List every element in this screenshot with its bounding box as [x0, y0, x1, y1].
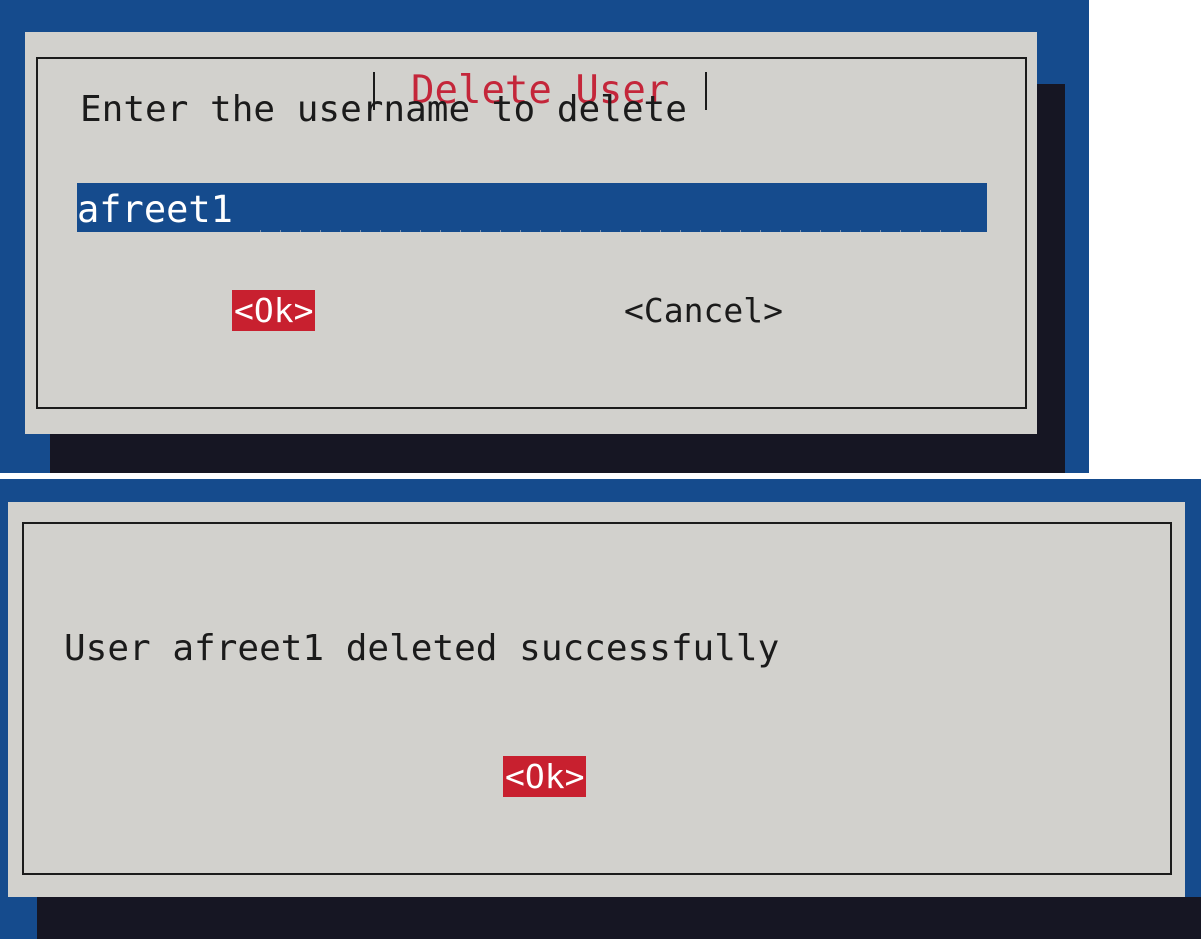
input-fill-dots	[260, 230, 962, 232]
delete-result-screen: User afreet1 deleted successfully <Ok>	[0, 479, 1201, 939]
username-prompt: Enter the username to delete	[80, 89, 687, 130]
result-message: User afreet1 deleted successfully	[64, 628, 780, 669]
delete-user-screen: Delete User Enter the username to delete…	[0, 0, 1089, 473]
ok-button[interactable]: <Ok>	[503, 756, 587, 797]
result-dialog: User afreet1 deleted successfully	[8, 502, 1185, 897]
dialog-border	[22, 522, 1172, 875]
cancel-button[interactable]: <Cancel>	[622, 290, 785, 331]
dialog-shadow	[37, 897, 1201, 939]
delete-user-dialog: Delete User Enter the username to delete	[25, 32, 1037, 434]
username-input-value: afreet1	[77, 188, 233, 231]
ok-button[interactable]: <Ok>	[232, 290, 316, 331]
username-input[interactable]: afreet1	[77, 183, 987, 232]
